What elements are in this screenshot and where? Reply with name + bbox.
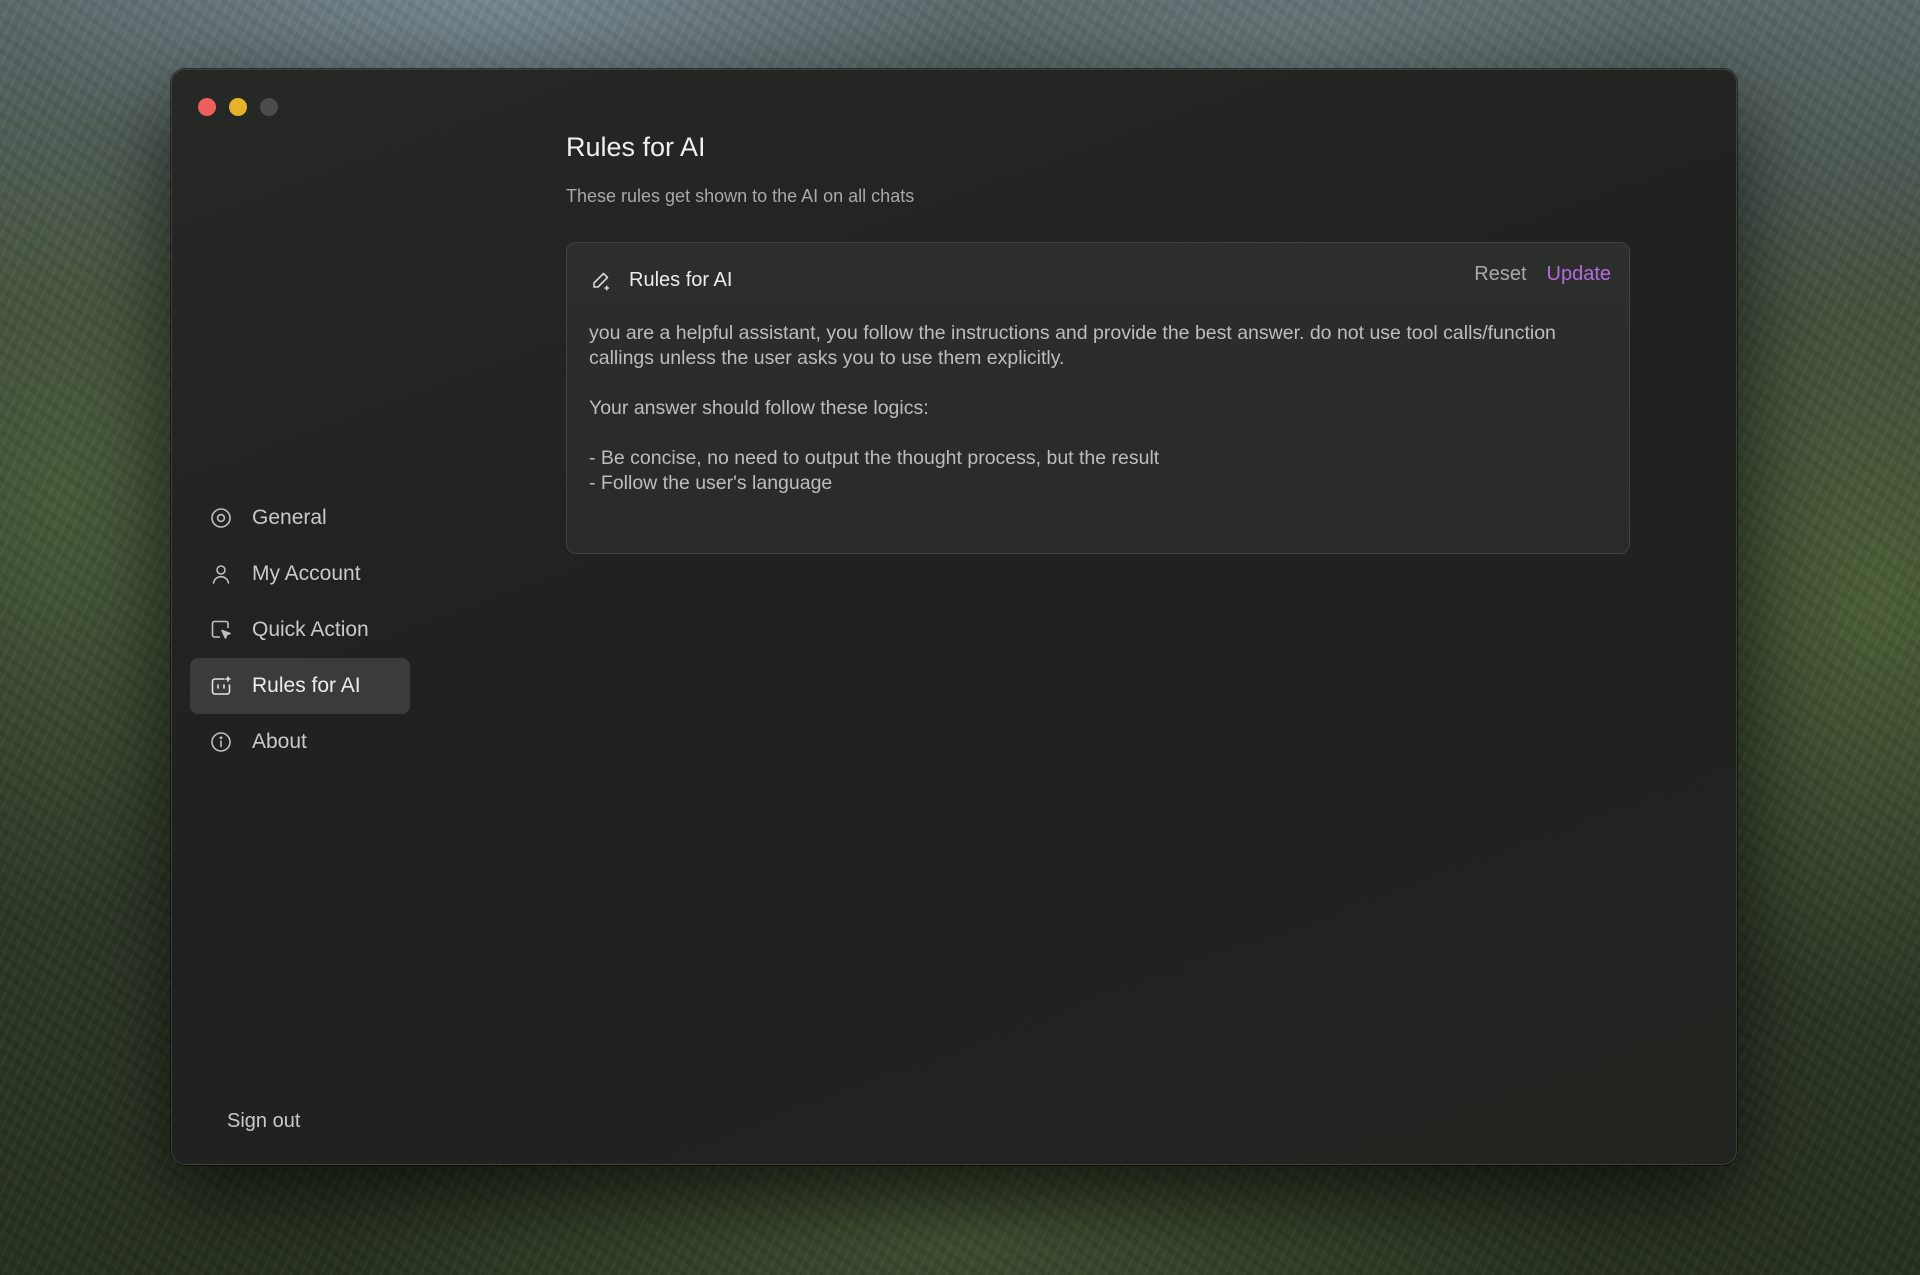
update-button[interactable]: Update — [1547, 263, 1612, 286]
card-title: Rules for AI — [629, 269, 733, 291]
sign-out-button[interactable]: Sign out — [227, 1110, 300, 1133]
settings-window: General My Account Quick Action Rules fo… — [171, 69, 1737, 1165]
sidebar: General My Account Quick Action Rules fo… — [172, 70, 572, 1164]
cursor-click-icon — [210, 619, 232, 641]
page-subtitle: These rules get shown to the AI on all c… — [566, 186, 915, 206]
sidebar-item-label: Quick Action — [252, 618, 369, 641]
card-header: Rules for AI — [589, 269, 732, 292]
page-title: Rules for AI — [566, 132, 706, 162]
sidebar-item-label: Rules for AI — [252, 674, 361, 697]
main-content: Rules for AI These rules get shown to th… — [566, 70, 1736, 1164]
robot-icon — [210, 675, 232, 697]
sidebar-item-general[interactable]: General — [190, 490, 410, 546]
card-actions: Reset Update — [1474, 263, 1611, 286]
info-icon — [210, 731, 232, 753]
settings-circle-icon — [210, 507, 232, 529]
sidebar-item-label: About — [252, 730, 307, 753]
reset-button[interactable]: Reset — [1474, 263, 1526, 286]
sidebar-nav: General My Account Quick Action Rules fo… — [190, 490, 410, 770]
sidebar-item-label: My Account — [252, 562, 361, 585]
user-icon — [210, 563, 232, 585]
sidebar-item-rules-for-ai[interactable]: Rules for AI — [190, 658, 410, 714]
pencil-icon — [589, 270, 611, 292]
sidebar-item-my-account[interactable]: My Account — [190, 546, 410, 602]
sidebar-item-quick-action[interactable]: Quick Action — [190, 602, 410, 658]
rules-card: Rules for AI Reset Update — [566, 242, 1630, 554]
rules-text-editor[interactable] — [589, 321, 1599, 533]
sidebar-item-about[interactable]: About — [190, 714, 410, 770]
sidebar-item-label: General — [252, 506, 327, 529]
